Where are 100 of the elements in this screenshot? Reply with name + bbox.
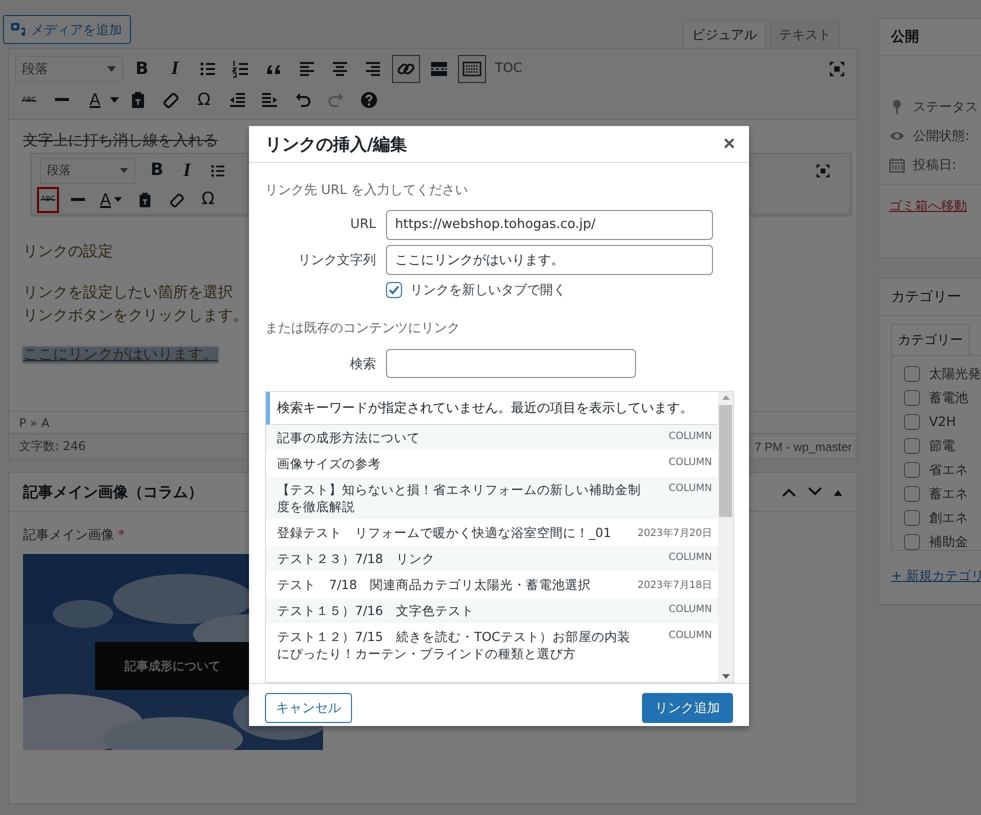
- last-edit-text: 7 PM - wp_master: [752, 436, 854, 456]
- paragraph-text: リンクボタンをクリックします。: [23, 307, 248, 326]
- caret-icon: [120, 168, 128, 173]
- checkbox[interactable]: [904, 366, 920, 382]
- category-tab[interactable]: カテゴリー: [891, 324, 970, 355]
- checkbox[interactable]: [904, 462, 920, 478]
- eye-icon: [889, 131, 905, 141]
- caret-icon[interactable]: [110, 96, 119, 102]
- result-item[interactable]: テスト１５）7/16 文字色テスト COLUMN: [266, 598, 718, 624]
- fullscreen-icon: [828, 60, 846, 78]
- category-label: 補助金: [929, 534, 968, 550]
- publish-info: 公開状態:: [913, 128, 970, 145]
- result-title: 【テスト】知らないと損！省エネリフォームの新しい補助金制度を徹底解説: [277, 481, 642, 515]
- result-title: 画像サイズの参考: [277, 455, 382, 472]
- field-label: リンク文字列: [297, 252, 377, 268]
- editor-tab[interactable]: ビジュアル: [683, 20, 766, 48]
- checkbox[interactable]: [904, 414, 920, 430]
- media-icon: [10, 21, 27, 38]
- field-label: 検索: [349, 356, 377, 372]
- result-title: テスト２３）7/18 リンク: [277, 550, 436, 567]
- italic-button[interactable]: I: [161, 54, 189, 82]
- add-link-button[interactable]: リンク追加: [642, 692, 733, 722]
- format-select[interactable]: 段落: [15, 56, 123, 82]
- horizontal-line-icon: [71, 198, 85, 201]
- checkbox[interactable]: [904, 510, 920, 526]
- chevron-up-icon[interactable]: [781, 487, 797, 497]
- result-title: 登録テスト リフォームで暖かく快適な浴室空間に！_01: [277, 524, 612, 541]
- category-label: 蓄電池: [929, 390, 968, 407]
- paragraph-text: リンクを設定したい箇所を選択: [23, 283, 233, 303]
- result-info: 2023年7月20日: [637, 527, 712, 541]
- result-item[interactable]: 記事の成形方法について COLUMN: [266, 425, 718, 451]
- word-count: 文字数: 246: [19, 438, 86, 455]
- publish-info: 投稿日:: [913, 157, 956, 174]
- result-title: テスト１５）7/16 文字色テスト: [277, 602, 476, 619]
- checkbox[interactable]: [904, 438, 920, 454]
- category-label: 節電: [929, 438, 955, 455]
- eraser-icon: [168, 190, 186, 208]
- chevron-down-icon[interactable]: [807, 487, 823, 497]
- panel-title: カテゴリー: [879, 279, 981, 316]
- category-label: 創エネ: [929, 510, 968, 527]
- cancel-button[interactable]: キャンセル: [265, 692, 352, 722]
- link-button[interactable]: [392, 54, 420, 82]
- category-label: 省エネ: [929, 462, 968, 479]
- result-item[interactable]: 【テスト】知らないと損！省エネリフォームの新しい補助金制度を徹底解説 COLUMN: [266, 477, 718, 520]
- trash-link[interactable]: ゴミ箱へ移動: [889, 199, 967, 214]
- scroll-up-icon[interactable]: [722, 395, 730, 400]
- checkbox[interactable]: [386, 282, 402, 298]
- help-icon: [359, 90, 379, 110]
- category-label: V2H: [929, 414, 956, 430]
- numbered-list-icon: [231, 58, 251, 78]
- dialog-title: リンクの挿入/編集: [265, 134, 408, 156]
- char-glyph: Ω: [201, 191, 214, 208]
- link-text-field[interactable]: ここにリンクがはいります。: [386, 244, 713, 274]
- panel-title: 公開: [879, 19, 981, 56]
- caret-icon: [107, 66, 116, 72]
- label-button[interactable]: TOC: [491, 54, 526, 82]
- url-prompt: リンク先 URL を入力してください: [265, 182, 470, 199]
- result-info: COLUMN: [668, 482, 712, 496]
- result-title: 記事の成形方法について: [277, 429, 421, 446]
- field-label: 記事メイン画像: [23, 528, 114, 543]
- result-title: テスト 7/18 関連商品カテゴリ太陽光・蓄電池選択: [277, 576, 592, 593]
- italic-glyph: I: [183, 161, 191, 180]
- close-button[interactable]: ×: [719, 132, 739, 156]
- triangle-up-icon[interactable]: [833, 488, 843, 496]
- result-info: COLUMN: [668, 456, 712, 470]
- result-item[interactable]: テスト２３）7/18 リンク COLUMN: [266, 546, 718, 572]
- scroll-down-icon[interactable]: [722, 674, 730, 679]
- caret-icon: [114, 197, 122, 202]
- checkmark-icon: [387, 283, 401, 297]
- result-info: COLUMN: [668, 551, 712, 565]
- result-info: 2023年7月18日: [637, 579, 712, 593]
- char-button[interactable]: Ω: [190, 86, 218, 114]
- checkbox-label: リンクを新しいタブで開く: [410, 282, 566, 299]
- category-label: 蓄エネ: [929, 486, 968, 503]
- element-path: P » A: [19, 416, 50, 430]
- checkbox[interactable]: [904, 390, 920, 406]
- checkbox[interactable]: [904, 534, 920, 550]
- result-info: COLUMN: [668, 430, 712, 444]
- horizontal-line-icon: [55, 98, 69, 101]
- calendar-icon: [889, 157, 905, 173]
- color-button[interactable]: A: [81, 86, 109, 114]
- panel-title: 記事メイン画像（コラム）: [23, 482, 203, 502]
- required-mark: *: [118, 528, 125, 543]
- add-category-link[interactable]: + 新規カテゴリ: [891, 567, 981, 585]
- fullscreen-icon: [815, 162, 831, 178]
- add-media-button[interactable]: メディアを追加: [3, 15, 131, 44]
- result-title: テスト１２）7/15 続きを読む・TOCテスト）お部屋の内装にぴったり！カーテン・ブラインドの種類と選び方: [277, 628, 632, 662]
- result-info: COLUMN: [668, 629, 712, 643]
- image-caption: 記事成形について: [95, 642, 250, 690]
- bold-button[interactable]: B: [128, 54, 156, 82]
- search-field[interactable]: [386, 349, 636, 378]
- result-item[interactable]: テスト１２）7/15 続きを読む・TOCテスト）お部屋の内装にぴったり！カーテン・ブラインドの種類と選び方 COLUMN: [266, 624, 718, 667]
- url-field[interactable]: https://webshop.tohogas.co.jp/: [386, 210, 713, 240]
- editor-tab[interactable]: テキスト: [770, 20, 840, 48]
- scrollbar[interactable]: [718, 392, 733, 682]
- existing-content-prompt: または既存のコンテンツにリンク: [265, 320, 461, 337]
- category-label: 太陽光発: [929, 366, 981, 383]
- color-glyph: A: [100, 192, 111, 208]
- strikethrough-heading: 文字上に打ち消し線を入れる: [23, 131, 218, 151]
- checkbox[interactable]: [904, 486, 920, 502]
